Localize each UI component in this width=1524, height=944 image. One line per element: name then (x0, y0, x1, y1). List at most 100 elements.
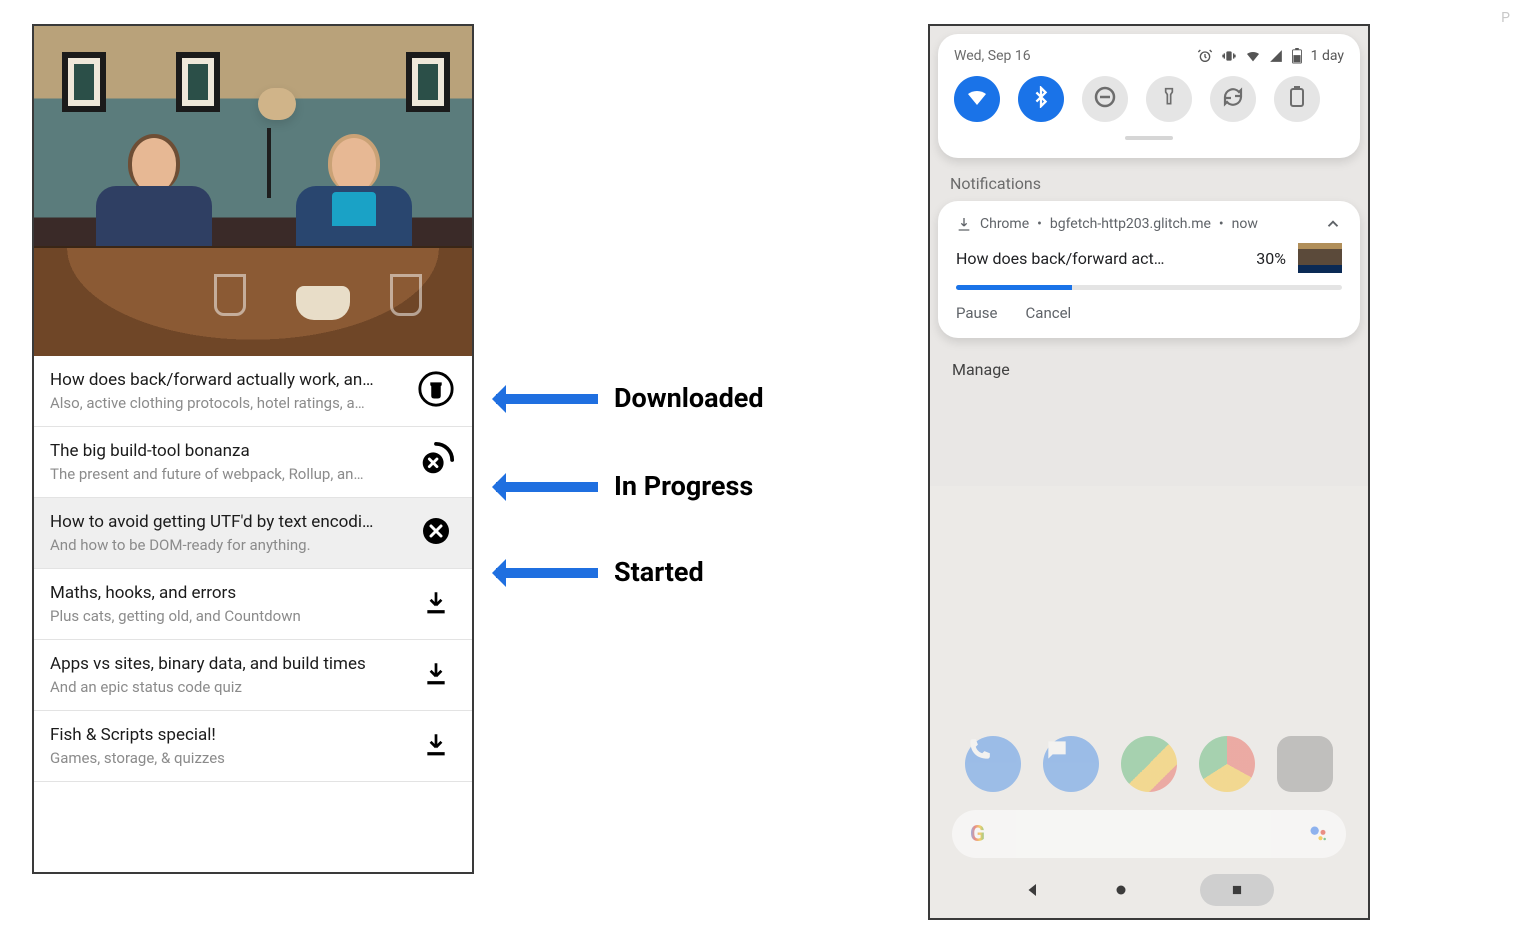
cancel-download-button[interactable] (416, 442, 456, 482)
qs-flashlight-toggle[interactable] (1146, 76, 1192, 122)
home-dock (930, 736, 1368, 792)
list-item[interactable]: Fish & Scripts special! Games, storage, &… (34, 711, 472, 782)
recents-nav-icon[interactable] (1200, 874, 1274, 906)
wifi-icon (965, 85, 989, 113)
cancel-icon (421, 516, 451, 550)
quick-settings-row (954, 76, 1344, 122)
picture-frame (176, 52, 220, 112)
episode-subtitle: Also, active clothing protocols, hotel r… (50, 394, 404, 412)
picture-frame (62, 52, 106, 112)
annotation-label-started: Started (614, 556, 704, 588)
alarm-icon (1197, 48, 1213, 64)
flashlight-icon (1159, 85, 1179, 113)
annotation-arrow (496, 568, 598, 578)
camera-app-icon[interactable] (1277, 736, 1333, 792)
list-item[interactable]: How to avoid getting UTF'd by text encod… (34, 498, 472, 569)
bluetooth-icon (1030, 86, 1052, 112)
lamp-icon (250, 80, 288, 180)
annotation-arrow (496, 394, 598, 404)
picture-frame (406, 52, 450, 112)
episode-title: How to avoid getting UTF'd by text encod… (50, 512, 404, 532)
episode-subtitle: And how to be DOM-ready for anything. (50, 536, 404, 554)
dnd-icon (1093, 85, 1117, 113)
notification-title: How does back/forward act… (956, 249, 1164, 268)
vibrate-icon (1221, 48, 1237, 64)
download-icon (423, 731, 449, 761)
annotation-label-in-progress: In Progress (614, 470, 753, 502)
notification-app-name: Chrome (980, 216, 1029, 232)
battery-text: 1 day (1311, 48, 1344, 64)
assistant-icon[interactable] (1308, 824, 1328, 844)
google-g-icon: G (970, 822, 985, 847)
episode-title: Fish & Scripts special! (50, 725, 404, 745)
episode-subtitle: Plus cats, getting old, and Countdown (50, 607, 404, 625)
person (294, 134, 414, 264)
manage-button[interactable]: Manage (952, 360, 1368, 379)
thumb-label: HTTP 203 (1298, 265, 1342, 273)
cancel-progress-icon (417, 441, 455, 483)
download-button[interactable] (416, 584, 456, 624)
glass (390, 274, 422, 316)
episode-subtitle: The present and future of webpack, Rollu… (50, 465, 404, 483)
qs-bluetooth-toggle[interactable] (1018, 76, 1064, 122)
annotation-arrow (496, 482, 598, 492)
search-bar[interactable]: G (952, 810, 1346, 858)
notification-origin: bgfetch-http203.glitch.me (1050, 216, 1211, 232)
list-item[interactable]: Apps vs sites, binary data, and build ti… (34, 640, 472, 711)
episode-subtitle: And an epic status code quiz (50, 678, 404, 696)
page-marker: P (1501, 10, 1510, 26)
battery-saver-icon (1289, 86, 1305, 112)
download-notification[interactable]: Chrome • bgfetch-http203.glitch.me • now… (938, 201, 1360, 338)
quick-settings-panel: Wed, Sep 16 1 day (938, 34, 1360, 158)
chrome-app-icon[interactable] (1199, 736, 1255, 792)
drag-handle-icon[interactable] (1125, 136, 1173, 140)
rotate-icon (1221, 85, 1245, 113)
chevron-up-icon[interactable] (1324, 215, 1342, 233)
download-button[interactable] (416, 726, 456, 766)
back-nav-icon[interactable] (1024, 881, 1042, 899)
download-icon (956, 216, 972, 232)
person (94, 134, 214, 264)
episode-list: How does back/forward actually work, an…… (34, 356, 472, 782)
android-nav-bar (930, 870, 1368, 910)
play-store-app-icon[interactable] (1121, 736, 1177, 792)
episode-subtitle: Games, storage, & quizzes (50, 749, 404, 767)
qs-battery-saver-toggle[interactable] (1274, 76, 1320, 122)
notification-percent: 30% (1256, 249, 1286, 268)
cancel-button[interactable]: Cancel (1026, 304, 1072, 322)
download-button[interactable] (416, 655, 456, 695)
progress-bar (956, 285, 1342, 290)
notification-thumbnail: HTTP 203 (1298, 243, 1342, 273)
episode-title: How does back/forward actually work, an… (50, 370, 404, 390)
app-screenshot: How does back/forward actually work, an…… (32, 24, 474, 874)
annotation-label-downloaded: Downloaded (614, 382, 764, 414)
battery-icon (1291, 48, 1303, 64)
list-item[interactable]: The big build-tool bonanza The present an… (34, 427, 472, 498)
android-screenshot: Wed, Sep 16 1 day Notifications Chrome • (928, 24, 1370, 920)
glass (214, 274, 246, 316)
hero-image (34, 26, 472, 356)
notifications-header: Notifications (950, 174, 1368, 193)
messages-app-icon[interactable] (1043, 736, 1099, 792)
status-icons: 1 day (1197, 48, 1344, 64)
mug (296, 286, 350, 320)
home-nav-icon[interactable] (1112, 881, 1130, 899)
cancel-download-button[interactable] (416, 513, 456, 553)
cell-signal-icon (1269, 49, 1283, 63)
pause-button[interactable]: Pause (956, 304, 998, 322)
trash-circle-icon (417, 370, 455, 412)
episode-title: The big build-tool bonanza (50, 441, 404, 461)
list-item[interactable]: Maths, hooks, and errorsPlus cats, getti… (34, 569, 472, 640)
notification-time: now (1232, 216, 1258, 232)
wifi-signal-icon (1245, 48, 1261, 64)
list-item[interactable]: How does back/forward actually work, an…… (34, 356, 472, 427)
phone-app-icon[interactable] (965, 736, 1021, 792)
qs-rotate-toggle[interactable] (1210, 76, 1256, 122)
delete-download-button[interactable] (416, 371, 456, 411)
qs-wifi-toggle[interactable] (954, 76, 1000, 122)
status-date: Wed, Sep 16 (954, 48, 1031, 64)
download-icon (423, 660, 449, 690)
download-icon (423, 589, 449, 619)
episode-title: Apps vs sites, binary data, and build ti… (50, 654, 404, 674)
qs-dnd-toggle[interactable] (1082, 76, 1128, 122)
